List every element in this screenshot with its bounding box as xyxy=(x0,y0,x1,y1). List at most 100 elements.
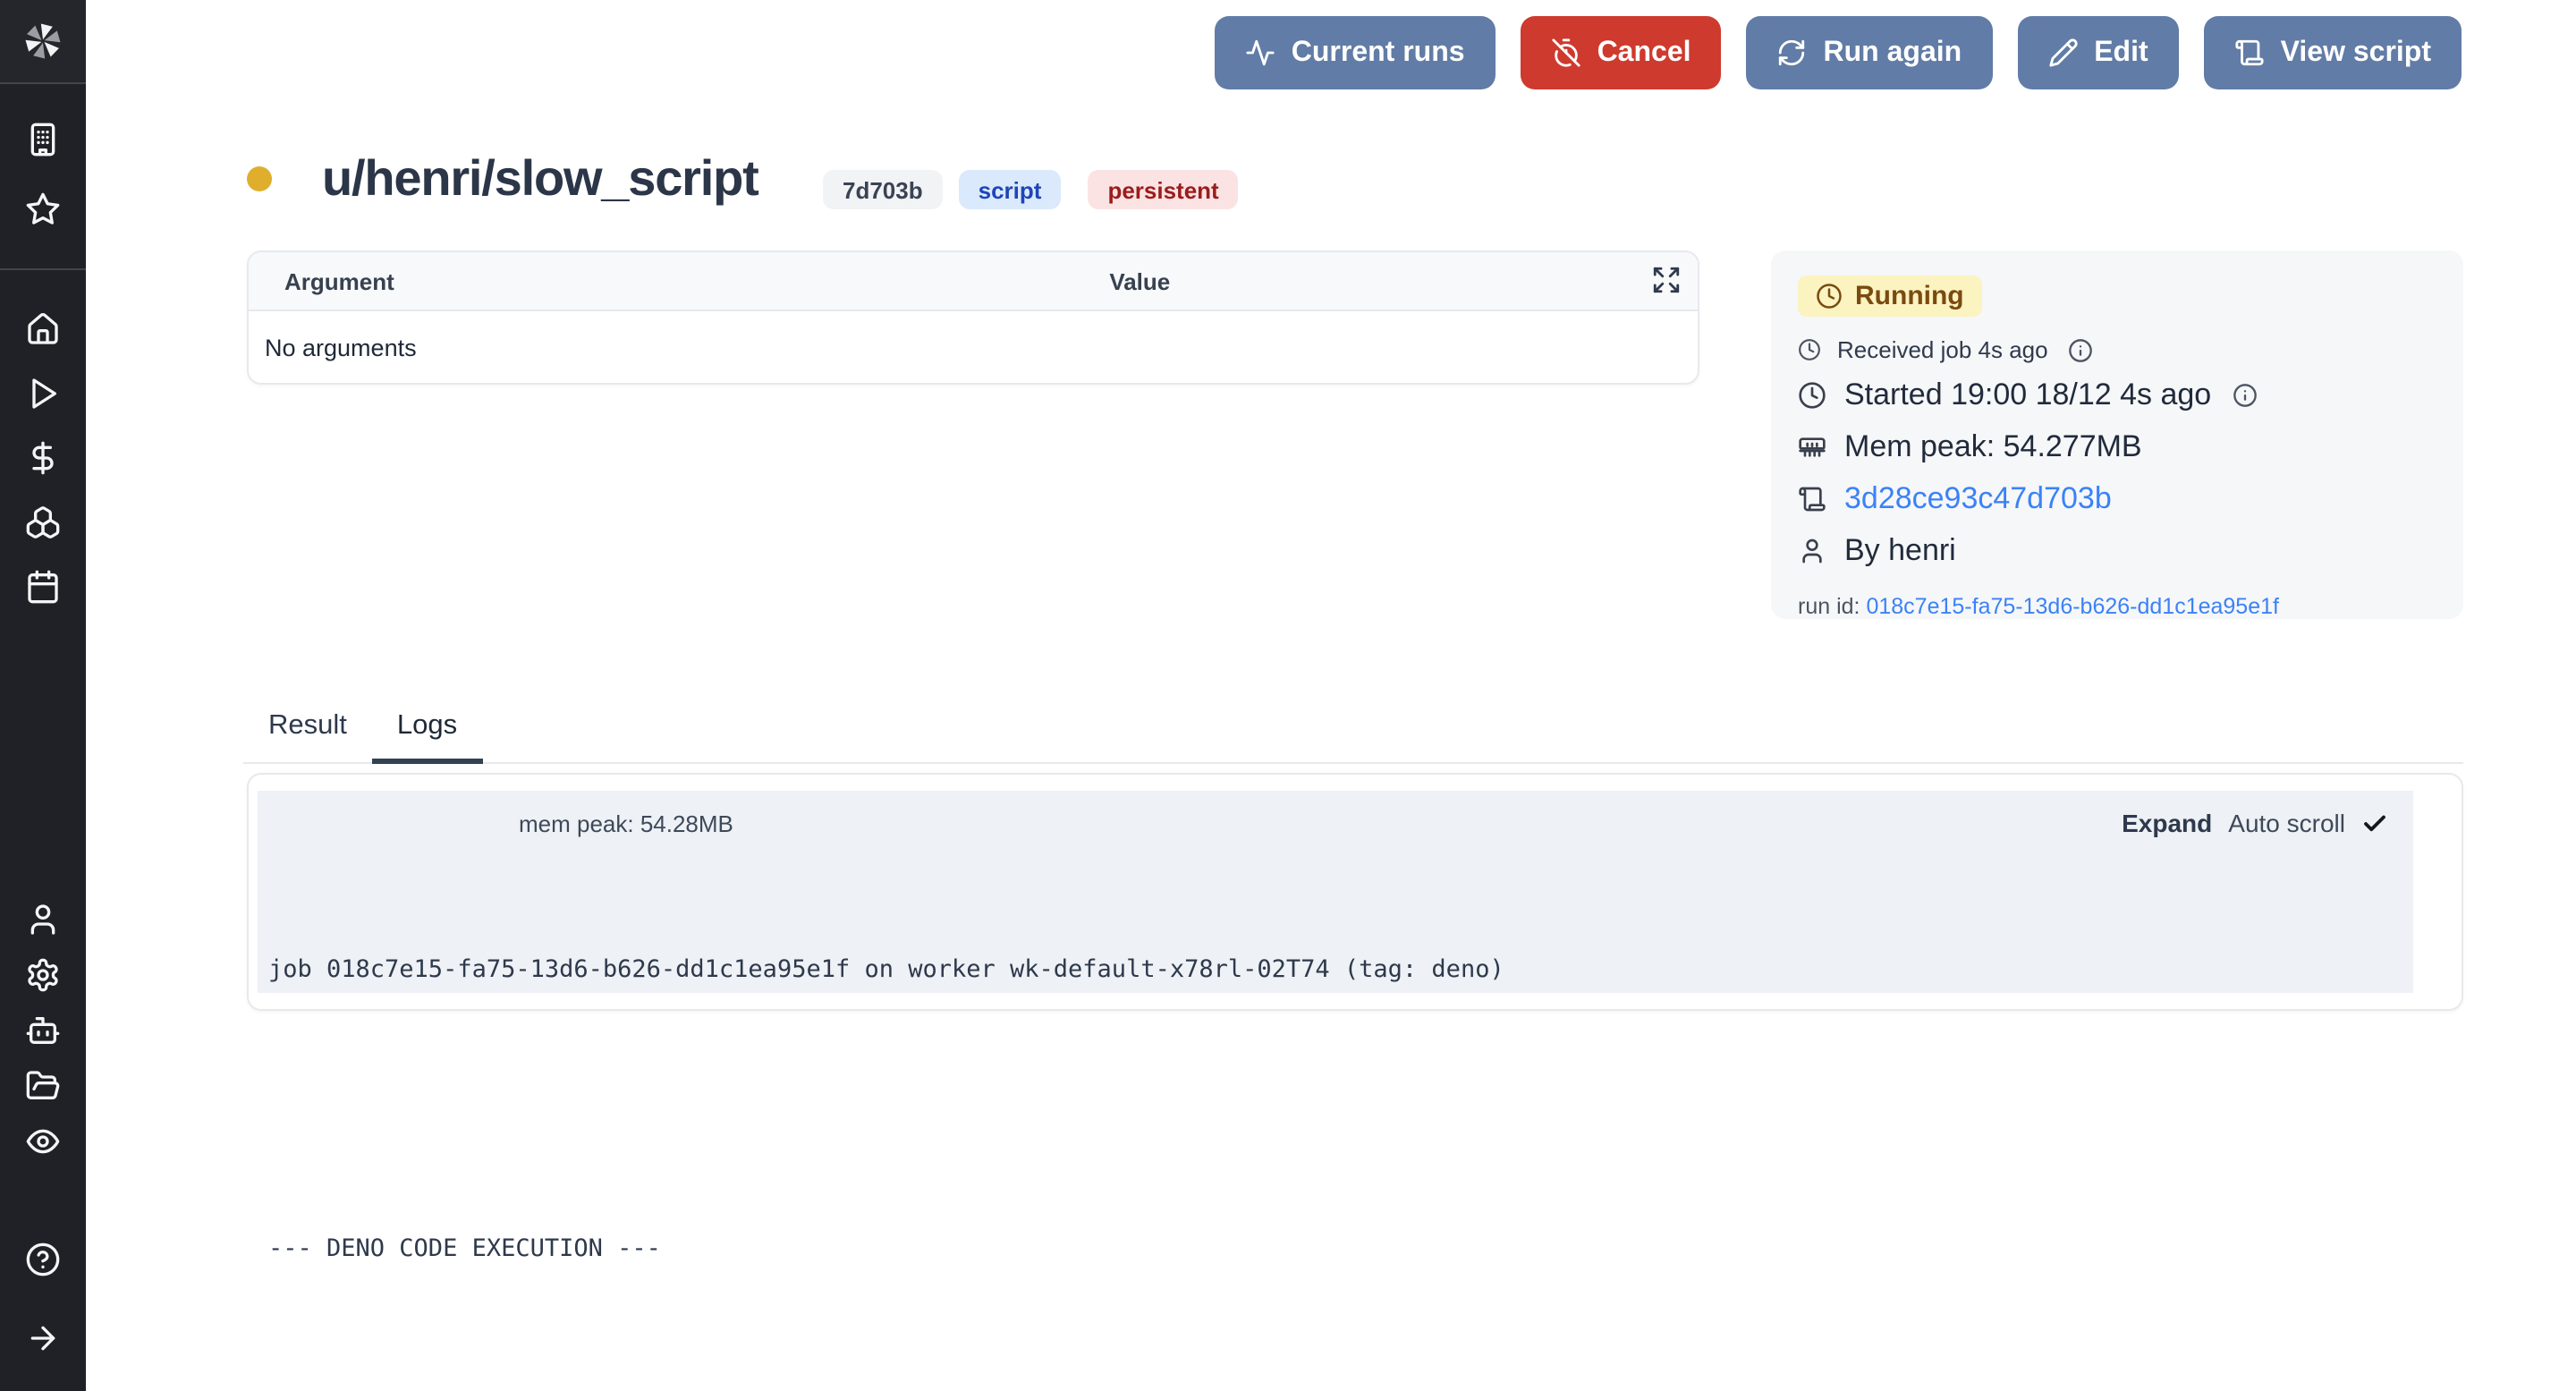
windmill-logo-icon xyxy=(20,18,66,64)
sidebar-item-schedules[interactable] xyxy=(0,569,86,605)
running-status-label: Running xyxy=(1855,281,1964,311)
auto-scroll-checkbox[interactable] xyxy=(2361,810,2388,836)
received-job-text: Received job 4s ago xyxy=(1837,336,2048,363)
sidebar-group-main xyxy=(0,270,86,605)
sidebar-item-favorites[interactable] xyxy=(0,191,86,227)
tab-result[interactable]: Result xyxy=(243,700,372,764)
clock-icon xyxy=(1798,381,1826,410)
run-id-link[interactable]: 018c7e15-fa75-13d6-b626-dd1c1ea95e1f xyxy=(1866,594,2279,619)
run-id-row: run id: 018c7e15-fa75-13d6-b626-dd1c1ea9… xyxy=(1798,594,2436,619)
run-page: Current runs Cancel Run again Edit View … xyxy=(0,0,2576,1391)
arguments-table: Argument Value No arguments xyxy=(247,250,1699,385)
sidebar-item-users[interactable] xyxy=(0,902,86,937)
sidebar-item-audit-logs[interactable] xyxy=(0,1124,86,1159)
auto-scroll-label[interactable]: Auto scroll xyxy=(2228,809,2345,837)
cancel-button[interactable]: Cancel xyxy=(1521,16,1722,89)
value-column-header: Value xyxy=(1109,267,1170,294)
log-viewer: mem peak: 54.28MB Expand Auto scroll job… xyxy=(258,791,2413,993)
edit-button[interactable]: Edit xyxy=(2017,16,2178,89)
scroll-icon xyxy=(1798,485,1826,513)
arguments-empty-row: No arguments xyxy=(249,311,1698,383)
folder-open-icon xyxy=(25,1068,61,1104)
cancel-label: Cancel xyxy=(1597,37,1691,69)
expand-arguments-button[interactable] xyxy=(1651,265,1682,295)
view-script-button[interactable]: View script xyxy=(2204,16,2462,89)
sidebar-item-folders[interactable] xyxy=(0,1068,86,1104)
clock-icon xyxy=(1798,338,1821,361)
page-title: u/henri/slow_script xyxy=(322,150,758,208)
run-again-button[interactable]: Run again xyxy=(1747,16,1993,89)
dollar-sign-icon xyxy=(25,440,61,476)
eye-icon xyxy=(25,1124,61,1159)
log-expand-button[interactable]: Expand xyxy=(2122,809,2212,837)
no-arguments-text: No arguments xyxy=(265,334,417,360)
refresh-icon xyxy=(1777,38,1808,68)
running-status-badge: Running xyxy=(1798,276,1982,317)
sidebar-item-help[interactable] xyxy=(0,1242,86,1277)
sidebar-group-footer xyxy=(0,1242,86,1356)
received-job-row: Received job 4s ago xyxy=(1798,336,2436,363)
sidebar-group-workspace xyxy=(0,84,86,270)
sidebar-item-resources[interactable] xyxy=(0,505,86,540)
help-circle-icon xyxy=(25,1242,61,1277)
started-info-button[interactable] xyxy=(2233,383,2258,408)
current-runs-button[interactable]: Current runs xyxy=(1215,16,1496,89)
sidebar-item-runs[interactable] xyxy=(0,376,86,411)
pencil-icon xyxy=(2047,38,2078,68)
sidebar-item-workspace[interactable] xyxy=(0,122,86,157)
sidebar-group-admin xyxy=(0,902,86,1159)
info-icon xyxy=(2233,383,2258,408)
current-runs-label: Current runs xyxy=(1292,37,1465,69)
title-badges: 7d703b script persistent xyxy=(823,170,1239,209)
boxes-icon xyxy=(25,505,61,540)
persistent-badge: persistent xyxy=(1088,170,1238,209)
sidebar xyxy=(0,0,86,1391)
tab-logs[interactable]: Logs xyxy=(372,700,482,764)
log-mem-peak-text: mem peak: 54.28MB xyxy=(519,810,733,836)
created-by-row: By henri xyxy=(1798,531,2436,571)
run-actions-toolbar: Current runs Cancel Run again Edit View … xyxy=(1215,16,2462,89)
script-hash-link[interactable]: 3d28ce93c47d703b xyxy=(1844,479,2112,519)
kind-badge: script xyxy=(959,170,1062,209)
edit-label: Edit xyxy=(2094,37,2148,69)
sidebar-logo[interactable] xyxy=(0,0,86,84)
expand-icon xyxy=(1651,265,1682,295)
script-hash-row: 3d28ce93c47d703b xyxy=(1798,479,2436,519)
received-info-button[interactable] xyxy=(2068,337,2093,362)
log-controls: Expand Auto scroll xyxy=(2122,809,2388,837)
sidebar-item-settings[interactable] xyxy=(0,957,86,993)
log-line: job 018c7e15-fa75-13d6-b626-dd1c1ea95e1f… xyxy=(268,946,2413,993)
view-script-label: View script xyxy=(2281,37,2431,69)
bot-icon xyxy=(25,1013,61,1048)
user-icon xyxy=(1798,537,1826,565)
scroll-icon xyxy=(2234,38,2265,68)
run-again-label: Run again xyxy=(1824,37,1962,69)
job-status-panel: Running Received job 4s ago Started 19:0… xyxy=(1771,250,2463,619)
log-output: job 018c7e15-fa75-13d6-b626-dd1c1ea95e1f… xyxy=(258,853,2413,1365)
log-viewer-header: mem peak: 54.28MB Expand Auto scroll xyxy=(258,791,2413,837)
run-id-label: run id: xyxy=(1798,594,1860,619)
log-viewer-card: mem peak: 54.28MB Expand Auto scroll job… xyxy=(247,773,2463,1011)
sidebar-item-workers[interactable] xyxy=(0,1013,86,1048)
run-status-dot xyxy=(247,166,272,191)
arrow-right-icon xyxy=(25,1320,61,1356)
building-icon xyxy=(25,122,61,157)
home-icon xyxy=(25,311,61,347)
created-by-text: By henri xyxy=(1844,531,1956,571)
user-icon xyxy=(25,902,61,937)
result-logs-tabs: Result Logs xyxy=(243,700,2463,764)
started-row: Started 19:00 18/12 4s ago xyxy=(1798,376,2436,415)
hash-badge: 7d703b xyxy=(823,170,943,209)
play-icon xyxy=(25,376,61,411)
gear-icon xyxy=(25,957,61,993)
sidebar-item-home[interactable] xyxy=(0,311,86,347)
check-icon xyxy=(2361,810,2388,836)
argument-column-header: Argument xyxy=(249,267,394,294)
sidebar-item-variables[interactable] xyxy=(0,440,86,476)
memory-stick-icon xyxy=(1798,433,1826,462)
activity-icon xyxy=(1245,38,1275,68)
star-icon xyxy=(25,191,61,227)
started-text: Started 19:00 18/12 4s ago xyxy=(1844,376,2211,415)
sidebar-collapse-toggle[interactable] xyxy=(0,1320,86,1356)
arguments-table-header: Argument Value xyxy=(249,252,1698,311)
